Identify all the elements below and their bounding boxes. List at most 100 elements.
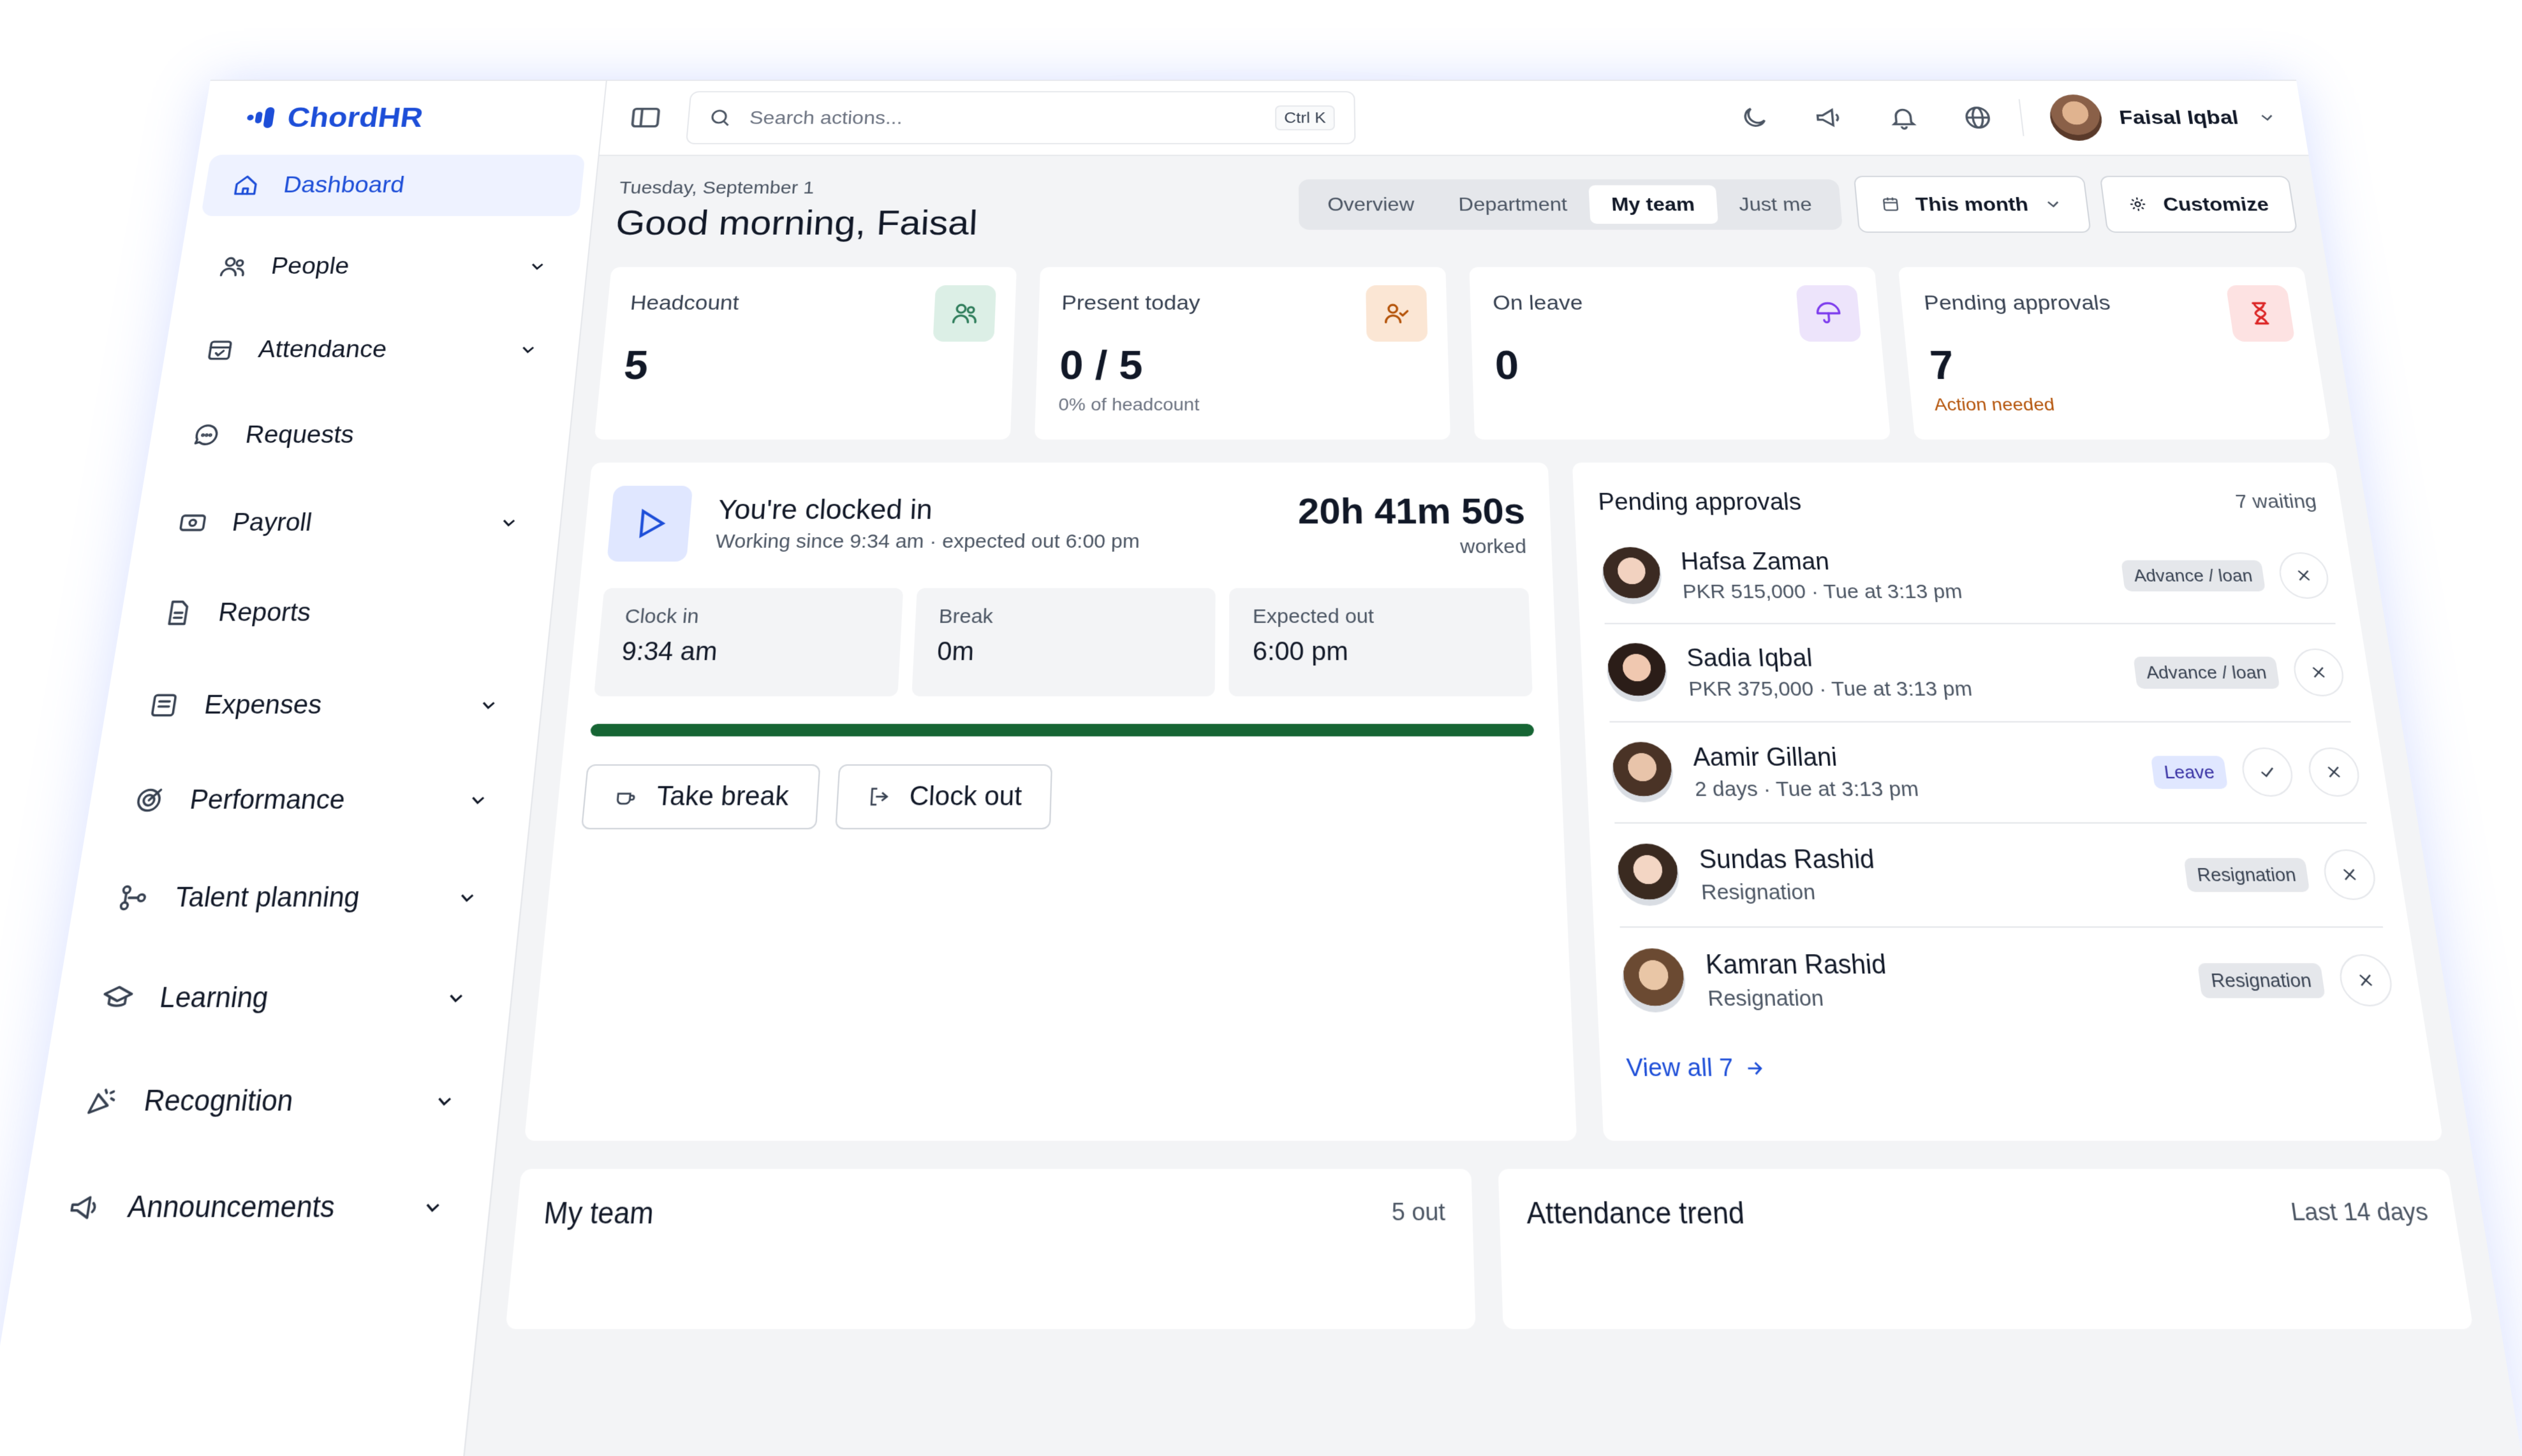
tab-just-me[interactable]: Just me xyxy=(1715,185,1835,223)
tab-my-team[interactable]: My team xyxy=(1588,185,1718,223)
check-icon xyxy=(2256,762,2278,782)
clock-stat-label: Expected out xyxy=(1253,605,1506,628)
sidebar-item-label: Attendance xyxy=(256,336,519,363)
period-label: This month xyxy=(1915,193,2030,215)
play-icon[interactable] xyxy=(607,486,693,562)
sidebar-item-label: Learning xyxy=(158,982,446,1014)
main-area: Search actions... Ctrl K xyxy=(463,81,2522,1456)
approval-item[interactable]: Kamran RashidResignationResignation xyxy=(1619,928,2400,1034)
notification-bell-icon[interactable] xyxy=(1887,105,1919,131)
approval-type-badge: Resignation xyxy=(2183,858,2310,892)
receipt-icon xyxy=(146,690,182,721)
org-chart-icon xyxy=(115,882,152,914)
worked-label: worked xyxy=(1298,536,1527,558)
money-icon xyxy=(175,508,210,537)
sidebar-toggle-icon[interactable] xyxy=(628,103,664,133)
page-title: Good morning, Faisal xyxy=(614,203,978,243)
reject-button[interactable] xyxy=(2320,849,2378,900)
tab-department[interactable]: Department xyxy=(1436,185,1590,223)
approval-detail: PKR 375,000 · Tue at 3:13 pm xyxy=(1688,678,1973,702)
clock-status: You're clocked in xyxy=(717,494,1140,526)
clock-stat-expected-out: Expected out 6:00 pm xyxy=(1229,588,1533,696)
approval-name: Aamir Gillani xyxy=(1692,742,1917,772)
avatar xyxy=(1621,948,1687,1012)
sidebar-item-label: Dashboard xyxy=(282,173,557,198)
stat-card-present-today[interactable]: Present today0 / 50% of headcount xyxy=(1035,267,1450,440)
party-popper-icon xyxy=(82,1084,121,1118)
view-all-link[interactable]: View all 7 xyxy=(1626,1053,2407,1083)
clock-stat-value: 9:34 am xyxy=(621,638,877,667)
tab-overview[interactable]: Overview xyxy=(1305,185,1436,223)
clock-out-label: Clock out xyxy=(909,781,1022,812)
sidebar-item-label: Expenses xyxy=(202,691,480,720)
stat-card-on-leave[interactable]: On leave0 xyxy=(1469,267,1891,440)
approvals-panel: Pending approvals 7 waiting Hafsa ZamanP… xyxy=(1572,462,2443,1140)
sidebar-item-label: Recognition xyxy=(142,1085,435,1118)
sidebar-item-payroll[interactable]: Payroll xyxy=(145,489,550,557)
stat-card-subtitle: Action needed xyxy=(1933,395,2304,415)
globe-language-icon[interactable] xyxy=(1961,105,1994,131)
clock-stat-break: Break0m xyxy=(911,588,1216,696)
reject-button[interactable] xyxy=(2336,954,2395,1006)
sidebar-item-label: Payroll xyxy=(230,509,500,537)
close-icon xyxy=(2322,762,2345,782)
worked-timer: 20h 41m 50s xyxy=(1298,489,1526,531)
avatar xyxy=(1615,844,1680,906)
stat-card-headcount[interactable]: Headcount5 xyxy=(594,267,1017,440)
sidebar-item-recognition[interactable]: Recognition xyxy=(48,1062,489,1142)
avatar xyxy=(2047,94,2105,140)
user-menu[interactable]: Faisal Iqbal xyxy=(2047,94,2281,140)
sidebar-item-learning[interactable]: Learning xyxy=(66,959,500,1037)
dark-mode-moon-icon[interactable] xyxy=(1739,105,1771,131)
take-break-button[interactable]: Take break xyxy=(581,764,820,829)
reject-button[interactable] xyxy=(2290,649,2347,696)
stat-card-subtitle: 0% of headcount xyxy=(1058,395,1427,415)
clock-stat-label: Clock in xyxy=(624,605,878,628)
target-icon xyxy=(131,784,167,816)
umbrella-icon xyxy=(1796,285,1861,341)
avatar xyxy=(1605,643,1669,702)
approval-item[interactable]: Sadia IqbalPKR 375,000 · Tue at 3:13 pmA… xyxy=(1604,624,2351,723)
sidebar-item-announcements[interactable]: Announcements xyxy=(31,1166,478,1249)
approval-name: Kamran Rashid xyxy=(1705,949,1888,980)
approvals-list: Hafsa ZamanPKR 515,000 · Tue at 3:13 pmA… xyxy=(1600,529,2400,1034)
attendance-trend-panel: Attendance trend Last 14 days xyxy=(1498,1169,2474,1329)
clock-out-button[interactable]: Clock out xyxy=(835,764,1052,829)
stats-cards: Headcount5Present today0 / 50% of headco… xyxy=(594,267,2331,440)
sidebar-item-reports[interactable]: Reports xyxy=(130,578,541,647)
avatar xyxy=(1600,547,1663,604)
sidebar-item-talent-planning[interactable]: Talent planning xyxy=(82,860,510,936)
sidebar-item-label: Requests xyxy=(244,422,530,449)
my-team-title: My team xyxy=(542,1197,655,1232)
megaphone-icon[interactable] xyxy=(1813,105,1845,131)
stat-card-pending-approvals[interactable]: Pending approvals7Action needed xyxy=(1898,267,2331,440)
customize-button[interactable]: Customize xyxy=(2100,176,2298,233)
approval-item[interactable]: Sundas RashidResignationResignation xyxy=(1614,823,2383,927)
chevron-down-icon xyxy=(517,341,540,359)
search-input[interactable]: Search actions... Ctrl K xyxy=(686,91,1356,144)
megaphone-icon xyxy=(65,1190,103,1225)
approval-item[interactable]: Aamir Gillani2 days · Tue at 3:13 pmLeav… xyxy=(1609,723,2367,824)
close-icon xyxy=(2293,566,2315,585)
calendar-check-icon xyxy=(203,336,237,364)
approval-name: Hafsa Zaman xyxy=(1680,548,1961,576)
sidebar-item-people[interactable]: People xyxy=(188,235,577,298)
approval-name: Sadia Iqbal xyxy=(1686,643,1970,672)
clock-stat-value: 6:00 pm xyxy=(1253,638,1507,667)
log-out-icon xyxy=(866,784,892,809)
brand-logo[interactable]: ChordHR xyxy=(198,81,605,155)
period-select[interactable]: This month xyxy=(1854,176,2091,233)
calendar-icon xyxy=(1880,195,1901,213)
approvals-count: 7 waiting xyxy=(2234,491,2319,513)
user-name: Faisal Iqbal xyxy=(2118,107,2239,129)
sidebar-item-requests[interactable]: Requests xyxy=(159,402,559,469)
approve-button[interactable] xyxy=(2239,747,2296,797)
sidebar-item-performance[interactable]: Performance xyxy=(99,763,521,837)
sidebar-item-expenses[interactable]: Expenses xyxy=(115,670,531,741)
approval-item[interactable]: Hafsa ZamanPKR 515,000 · Tue at 3:13 pmA… xyxy=(1600,529,2336,624)
reject-button[interactable] xyxy=(2306,747,2363,797)
sidebar-item-attendance[interactable]: Attendance xyxy=(173,318,568,382)
reject-button[interactable] xyxy=(2276,552,2332,599)
sidebar-item-dashboard[interactable]: Dashboard xyxy=(201,155,586,216)
hourglass-icon xyxy=(2226,285,2296,341)
